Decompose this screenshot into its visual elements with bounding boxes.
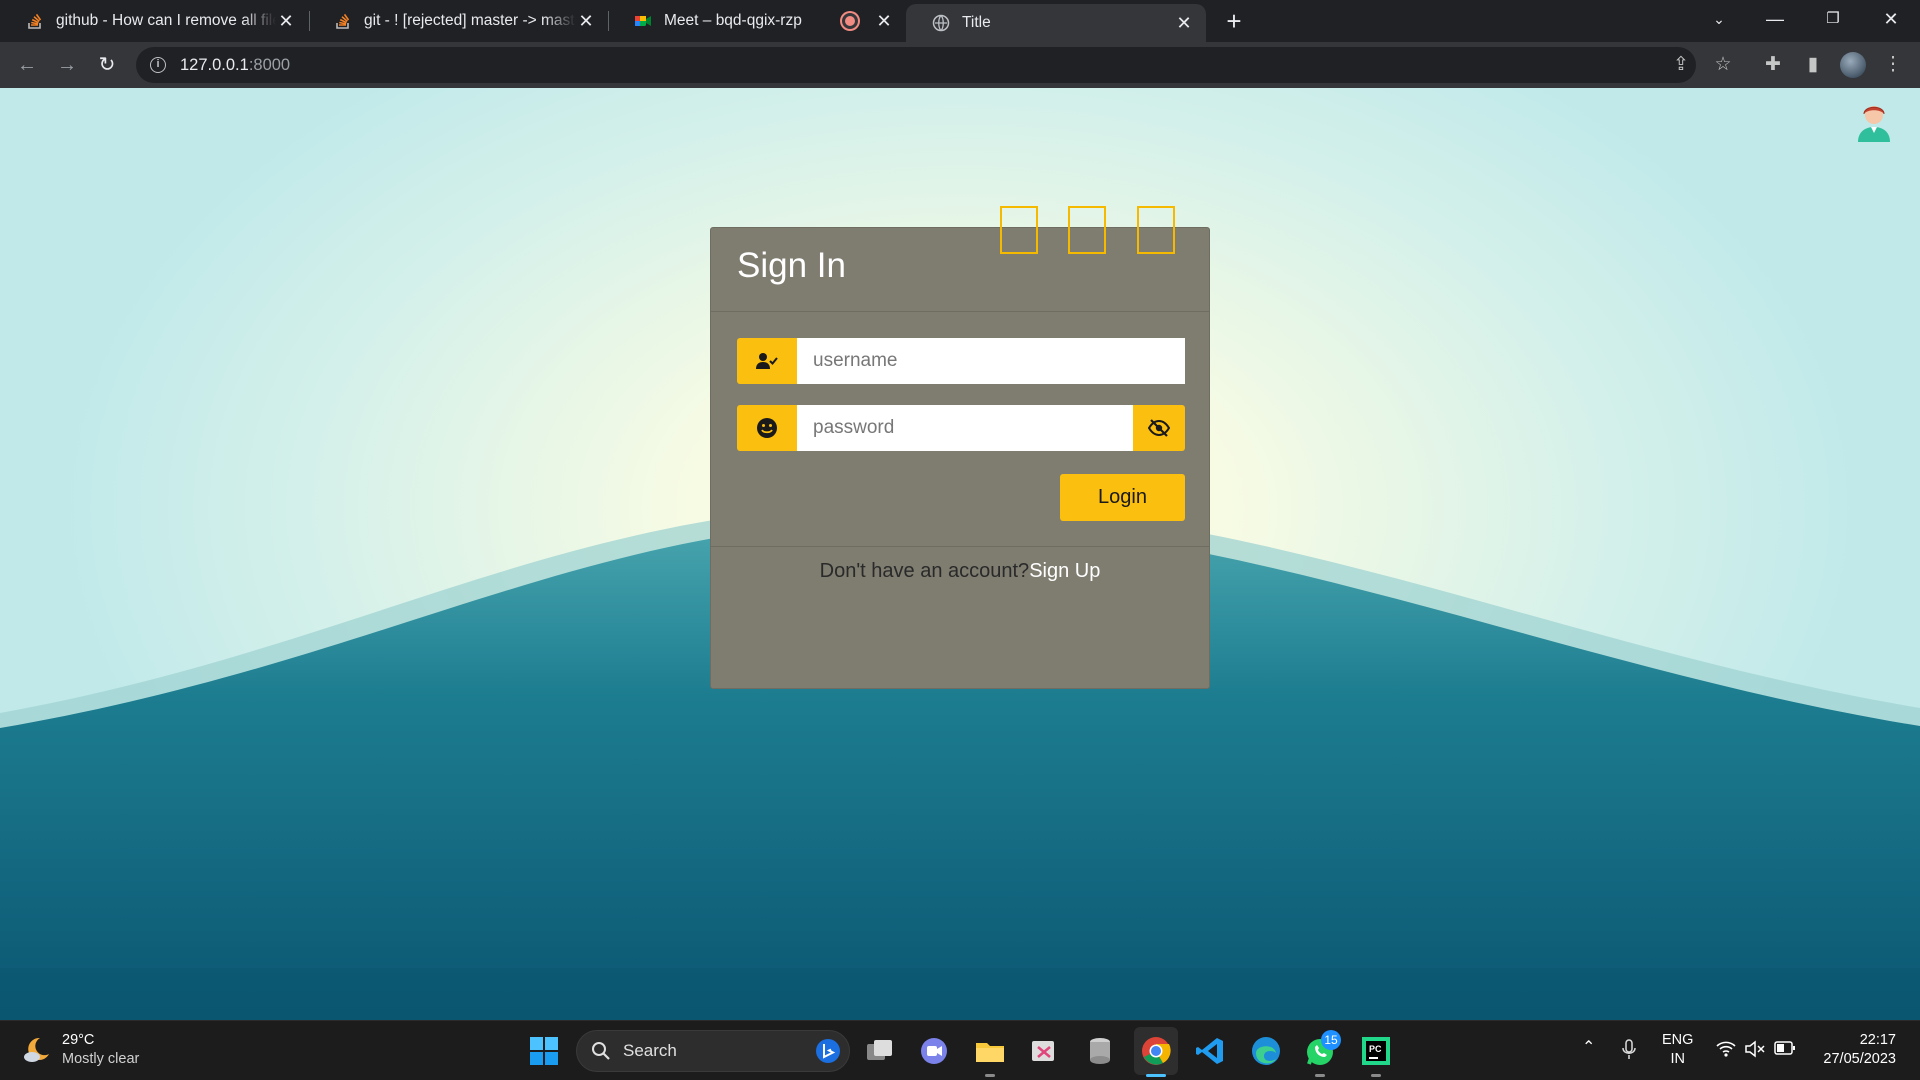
user-avatar-icon[interactable] (1854, 96, 1894, 144)
browser-toolbar: ← → ↻ i 127.0.0.1:8000 ⇪ ☆ ✚ ▮ ⋮ (0, 42, 1920, 88)
windows-start-icon[interactable] (528, 1035, 560, 1067)
address-bar[interactable]: i 127.0.0.1:8000 (136, 47, 1696, 83)
google-meet-icon (635, 16, 651, 26)
tab-git-rejected[interactable]: git - ! [rejected] master -> master ✕ (308, 0, 608, 42)
back-arrow-icon[interactable]: ← (12, 50, 42, 80)
signup-link[interactable]: Sign Up (1029, 560, 1100, 582)
task-view-icon[interactable] (864, 1035, 896, 1067)
active-indicator (1146, 1074, 1166, 1077)
password-input[interactable] (797, 405, 1133, 451)
running-indicator (1371, 1074, 1381, 1077)
weather-condition: Mostly clear (62, 1051, 140, 1067)
snipping-tool-icon[interactable] (1028, 1035, 1060, 1067)
login-button[interactable]: Login (1060, 474, 1185, 521)
tab-title-active[interactable]: Title ✕ (906, 4, 1206, 42)
tab-search-chevron-icon[interactable]: ⌄ (1696, 0, 1742, 40)
url-port: :8000 (248, 55, 291, 74)
clock-time: 22:17 (1859, 1032, 1896, 1048)
menu-kebab-icon[interactable]: ⋮ (1878, 50, 1908, 80)
signup-prompt: Don't have an account?Sign Up (711, 560, 1209, 583)
file-explorer-icon[interactable] (974, 1035, 1006, 1067)
tab-title: Meet – bqd-qgix-rzp (664, 12, 802, 29)
search-icon (592, 1042, 610, 1060)
username-addon (737, 338, 797, 384)
card-footer-divider (711, 546, 1209, 547)
card-header: Sign In (711, 206, 1209, 312)
reload-icon[interactable]: ↻ (92, 50, 122, 80)
show-hidden-icons-chevron[interactable]: ⌃ (1582, 1037, 1595, 1057)
signup-prompt-text: Don't have an account? (819, 560, 1030, 582)
globe-icon (932, 14, 950, 32)
wifi-icon[interactable] (1716, 1040, 1736, 1058)
moon-cloud-icon (24, 1037, 49, 1062)
close-tab-icon[interactable]: ✕ (874, 11, 894, 32)
edge-icon[interactable] (1250, 1035, 1282, 1067)
vscode-icon[interactable] (1194, 1035, 1226, 1067)
microphone-icon[interactable] (1622, 1039, 1636, 1061)
share-icon[interactable]: ⇪ (1666, 50, 1696, 80)
region-code: IN (1670, 1051, 1685, 1067)
password-addon (737, 405, 797, 451)
browser-tab-strip: github - How can I remove all files ✕ gi… (0, 0, 1920, 42)
pycharm-icon[interactable]: PC (1360, 1035, 1392, 1067)
tab-github-question[interactable]: github - How can I remove all files ✕ (0, 0, 308, 42)
password-field (737, 405, 1185, 451)
teams-chat-icon[interactable] (918, 1035, 950, 1067)
bing-icon[interactable] (815, 1038, 841, 1064)
social-login-box-2[interactable] (1068, 206, 1106, 254)
clock[interactable]: 22:17 27/05/2023 (1812, 1031, 1896, 1069)
profile-avatar[interactable] (1838, 50, 1868, 80)
side-panel-icon[interactable]: ▮ (1798, 50, 1828, 80)
forward-arrow-icon[interactable]: → (52, 50, 82, 80)
web-page: Sign In username Login Don't have an acc… (0, 88, 1920, 1020)
chrome-taskbar-slot[interactable] (1134, 1027, 1178, 1075)
social-login-box-3[interactable] (1137, 206, 1175, 254)
tab-title: Title (962, 14, 991, 31)
tab-title: git - ! [rejected] master -> master (364, 12, 576, 29)
username-field (737, 338, 1185, 384)
sign-in-title: Sign In (737, 246, 846, 285)
language-indicator[interactable]: ENG IN (1662, 1031, 1693, 1069)
recording-icon (842, 13, 858, 29)
windows-taskbar: 29°C Mostly clear Search 15 PC ⌃ ENG IN … (0, 1020, 1920, 1080)
clock-date: 27/05/2023 (1823, 1051, 1896, 1067)
tab-title: github - How can I remove all files (56, 12, 276, 29)
running-indicator (1315, 1074, 1325, 1077)
new-tab-button[interactable]: + (1222, 6, 1246, 36)
battery-icon[interactable] (1774, 1041, 1796, 1055)
user-check-icon (756, 353, 778, 369)
stackoverflow-icon (336, 13, 350, 29)
site-info-icon[interactable]: i (150, 57, 166, 73)
weather-temperature: 29°C (62, 1032, 95, 1048)
social-login-box-1[interactable] (1000, 206, 1038, 254)
username-input[interactable] (797, 338, 1185, 384)
close-tab-icon[interactable]: ✕ (1174, 13, 1194, 34)
minimize-button[interactable]: — (1752, 0, 1798, 40)
svg-text:PC: PC (1369, 1044, 1382, 1054)
language-code: ENG (1662, 1032, 1694, 1048)
weather-widget[interactable]: 29°C Mostly clear (22, 1031, 139, 1069)
toggle-password-visibility-button[interactable] (1133, 405, 1185, 451)
extensions-puzzle-icon[interactable]: ✚ (1758, 50, 1788, 80)
volume-muted-icon[interactable] (1744, 1040, 1766, 1058)
eye-slash-icon (1148, 419, 1170, 437)
sign-in-card: Sign In username Login Don't have an acc… (710, 206, 1210, 689)
close-tab-icon[interactable]: ✕ (576, 11, 596, 32)
url-host: 127.0.0.1 (180, 55, 249, 74)
stackoverflow-icon (28, 13, 42, 29)
close-window-button[interactable]: ✕ (1868, 0, 1914, 40)
taskbar-search-box[interactable]: Search (576, 1030, 850, 1072)
restore-button[interactable]: ❐ (1810, 0, 1856, 40)
chrome-icon (1142, 1037, 1171, 1065)
whatsapp-badge: 15 (1321, 1030, 1341, 1050)
search-label: Search (623, 1041, 677, 1060)
running-indicator (985, 1074, 995, 1077)
smiley-icon (757, 418, 777, 438)
tab-google-meet[interactable]: Meet – bqd-qgix-rzp ✕ (608, 0, 906, 42)
close-tab-icon[interactable]: ✕ (276, 11, 296, 32)
database-icon[interactable] (1084, 1035, 1116, 1067)
bookmark-star-icon[interactable]: ☆ (1708, 50, 1738, 80)
